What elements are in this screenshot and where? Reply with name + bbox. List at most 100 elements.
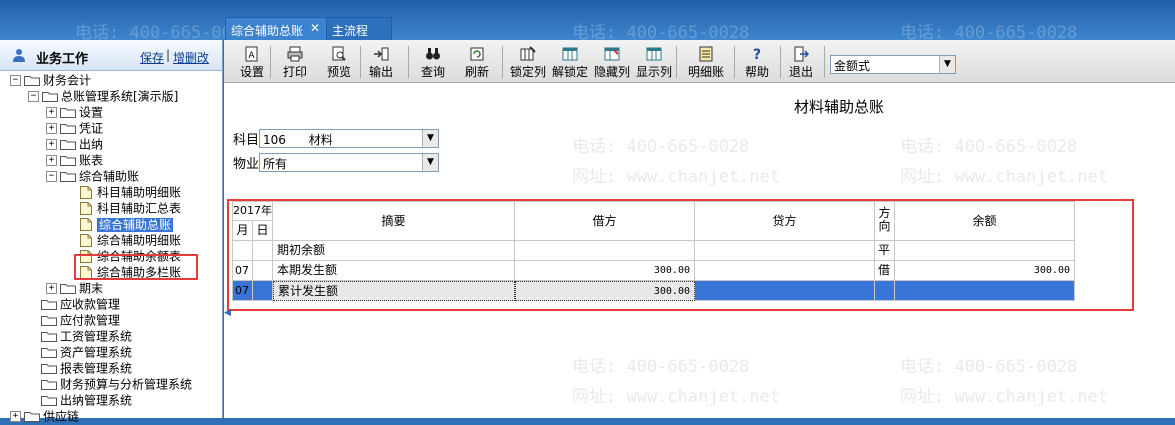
main-content: A 设置 打印 预览 输出 查询 刷新 锁定列 解锁定 隐藏列 显示列 明细账? 帮助 退出 金额式 ▼ … <box>224 40 1175 418</box>
collapse-icon[interactable]: − <box>10 75 21 86</box>
tree-item[interactable]: + 出纳 <box>46 136 103 152</box>
tree-item[interactable]: 工资管理系统 <box>28 328 132 344</box>
toolbar-button[interactable]: 隐藏列 <box>592 46 632 80</box>
tree-item-label: 财务预算与分析管理系统 <box>60 377 193 392</box>
folder-icon <box>60 140 76 150</box>
tree-item[interactable]: 应收款管理 <box>28 296 120 312</box>
folder-icon <box>60 156 76 166</box>
toolbar-button-label: 显示列 <box>635 65 672 79</box>
toolbar-button-label: 设置 <box>239 65 264 79</box>
tree-item[interactable]: 出纳管理系统 <box>28 392 132 408</box>
toolbar-button[interactable]: 输出 <box>366 46 396 80</box>
tab-main-flow[interactable]: 主流程 <box>326 17 392 41</box>
binoculars-icon <box>426 48 440 60</box>
save-link[interactable]: 保存 <box>140 49 164 66</box>
tree-item[interactable]: 科目辅助明细账 <box>80 184 181 200</box>
toolbar-button[interactable]: A 设置 <box>238 46 266 80</box>
toolbar-button[interactable]: 打印 <box>280 46 310 80</box>
toolbar-button[interactable]: 明细账 <box>684 46 728 80</box>
document-icon <box>80 234 92 247</box>
toolbar-button[interactable]: 解锁定 <box>550 46 590 80</box>
tab-comprehensive-ledger[interactable]: 综合辅助总账 ✕ <box>225 17 327 41</box>
toolbar-button[interactable]: 查询 <box>418 46 448 80</box>
tree-item[interactable]: 综合辅助总账 <box>80 216 174 232</box>
tree-item[interactable]: 科目辅助汇总表 <box>80 200 181 216</box>
expand-icon[interactable]: + <box>46 283 57 294</box>
tree-item[interactable]: + 供应链 <box>10 408 79 424</box>
tree-item-label: 综合辅助总账 <box>97 217 174 232</box>
tree-item-label: 应付款管理 <box>60 313 121 328</box>
folder-icon <box>24 412 40 422</box>
add-delete-link[interactable]: 增删改 <box>173 49 209 66</box>
toolbar-button[interactable]: 显示列 <box>634 46 674 80</box>
expand-icon[interactable]: + <box>46 139 57 150</box>
tree-item[interactable]: − 综合辅助账 <box>46 168 139 184</box>
watermark-phone: 电话: 400-665-0028 <box>572 137 750 157</box>
tab-label: 综合辅助总账 <box>231 24 304 38</box>
expand-icon[interactable]: + <box>46 107 57 118</box>
tree-item-label: 综合辅助账 <box>79 169 140 184</box>
title-band <box>0 0 1175 40</box>
tree-item[interactable]: 资产管理系统 <box>28 344 132 360</box>
tree-item-label: 资产管理系统 <box>60 345 133 360</box>
item-label: 物业 <box>233 157 260 172</box>
tree-item-label: 财务会计 <box>43 73 92 88</box>
export-icon <box>374 47 389 61</box>
close-icon[interactable]: ✕ <box>310 21 320 35</box>
folder-icon <box>41 380 57 390</box>
toolbar-button-label: 刷新 <box>464 65 489 79</box>
chevron-down-icon: ▼ <box>422 154 438 171</box>
toolbar-button-label: 输出 <box>368 65 393 79</box>
toolbar-button[interactable]: 锁定列 <box>508 46 548 80</box>
lock-column-icon <box>520 46 536 61</box>
tree-item-label: 报表管理系统 <box>60 361 133 376</box>
tree-item[interactable]: − 总账管理系统[演示版] <box>28 88 178 104</box>
collapse-arrow-icon[interactable]: ◀ <box>224 308 231 318</box>
toolbar-button[interactable]: 刷新 <box>462 46 492 80</box>
exit-icon <box>794 46 809 62</box>
tree-item[interactable]: + 设置 <box>46 104 103 120</box>
panel-header: 业务工作 保存 | 增删改 <box>0 40 222 71</box>
toolbar-divider <box>676 46 677 78</box>
tab-label: 主流程 <box>332 24 369 38</box>
tree-item[interactable]: + 期末 <box>46 280 103 296</box>
toolbar-divider <box>780 46 781 78</box>
toolbar-button-label: 打印 <box>282 65 307 79</box>
watermark-web: 网址: www.chanjet.net <box>900 167 1108 187</box>
watermark-web: 网址: www.chanjet.net <box>572 167 780 187</box>
document-icon <box>80 202 92 215</box>
tree-item[interactable]: + 凭证 <box>46 120 103 136</box>
tree-item[interactable]: − 财务会计 <box>10 72 91 88</box>
watermark-phone: 电话: 400-665-0028 <box>900 357 1078 377</box>
tree-item[interactable]: 报表管理系统 <box>28 360 132 376</box>
tree-item[interactable]: + 账表 <box>46 152 103 168</box>
toolbar-button[interactable]: 退出 <box>786 46 816 80</box>
expand-icon[interactable]: + <box>46 155 57 166</box>
toolbar-button[interactable]: ? 帮助 <box>742 46 772 80</box>
expand-icon[interactable]: + <box>10 411 21 422</box>
tree-item-label: 设置 <box>79 105 104 120</box>
preview-icon <box>332 46 346 61</box>
collapse-icon[interactable]: − <box>46 171 57 182</box>
unlock-icon <box>562 47 578 61</box>
hide-column-icon <box>604 47 620 61</box>
toolbar-divider <box>824 46 825 78</box>
collapse-icon[interactable]: − <box>28 91 39 102</box>
detail-ledger-icon <box>699 46 713 62</box>
document-icon <box>80 218 92 231</box>
toolbar-button[interactable]: 预览 <box>325 46 353 80</box>
watermark-web: 网址: www.chanjet.net <box>900 387 1108 407</box>
separator: | <box>166 48 171 62</box>
tree-item-label: 期末 <box>79 281 104 296</box>
expand-icon[interactable]: + <box>46 123 57 134</box>
folder-icon <box>41 300 57 310</box>
tree-item[interactable]: 财务预算与分析管理系统 <box>28 376 192 392</box>
toolbar-divider <box>360 46 361 78</box>
format-select[interactable]: 金额式 ▼ <box>830 55 956 74</box>
tree-item[interactable]: 综合辅助明细账 <box>80 232 181 248</box>
svg-text:?: ? <box>753 47 761 62</box>
item-select[interactable]: 所有 ▼ <box>259 153 439 172</box>
subject-select[interactable]: 106 材料 ▼ <box>259 129 439 148</box>
tree-item[interactable]: 应付款管理 <box>28 312 120 328</box>
tree-item-label: 凭证 <box>79 121 104 136</box>
